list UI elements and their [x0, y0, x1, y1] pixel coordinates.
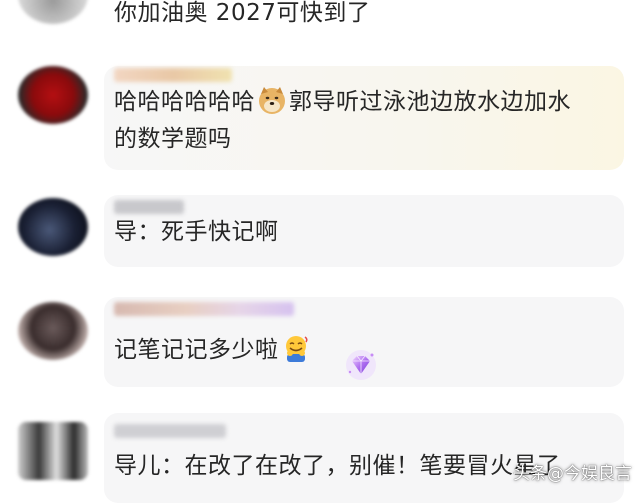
- avatar[interactable]: [18, 66, 88, 124]
- comment-item: 导：死手快记啊: [0, 190, 640, 270]
- comment-item: 哈哈哈哈哈哈 郭导听过泳池边放水边加水 的数学题吗: [0, 60, 640, 175]
- watermark: 头条@今娱良言: [513, 464, 632, 484]
- hug-emoji-icon: [285, 335, 308, 362]
- comment-text: 导：死手快记啊: [114, 219, 279, 245]
- avatar[interactable]: [18, 0, 88, 24]
- comment-text: 哈哈哈哈哈哈 郭导听过泳池边放水边加水 的数学题吗: [114, 84, 571, 158]
- username[interactable]: [114, 424, 226, 438]
- comment-text: 你加油奥 2027可快到了: [114, 0, 371, 26]
- gem-badge-icon: [346, 350, 376, 380]
- avatar[interactable]: [18, 422, 88, 480]
- comment-text-part: 记笔记记多少啦: [114, 337, 279, 363]
- username[interactable]: [114, 68, 232, 82]
- doge-emoji-icon: [259, 86, 285, 114]
- comment-text-part: 郭导听过泳池边放水边加水: [289, 89, 571, 115]
- username[interactable]: [114, 200, 184, 214]
- username[interactable]: [114, 302, 294, 316]
- comment-item: 你加油奥 2027可快到了: [0, 0, 640, 40]
- comment-text-part: 的数学题吗: [114, 126, 232, 152]
- avatar[interactable]: [18, 198, 88, 256]
- avatar[interactable]: [18, 302, 88, 360]
- comment-text: 导儿：在改了在改了，别催！笔要冒火星了: [114, 453, 561, 479]
- comment-item: 记笔记记多少啦: [0, 292, 640, 392]
- comment-text-part: 哈哈哈哈哈哈: [114, 89, 255, 115]
- comment-text: 记笔记记多少啦: [114, 332, 313, 369]
